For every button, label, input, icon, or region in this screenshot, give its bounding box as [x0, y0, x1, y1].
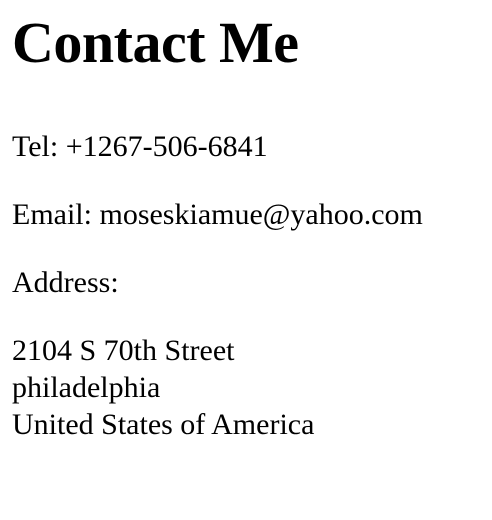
email-line: Email: moseskiamue@yahoo.com [12, 196, 480, 233]
address-city: philadelphia [12, 371, 161, 404]
address-street: 2104 S 70th Street [12, 334, 235, 367]
phone-label: Tel: [12, 130, 59, 163]
email-label: Email: [12, 198, 92, 231]
phone-number[interactable]: +1267-506-6841 [66, 130, 268, 163]
contact-page: Contact Me Tel: +1267-506-6841 Email: mo… [0, 0, 492, 443]
page-title: Contact Me [12, 10, 299, 75]
address-country: United States of America [12, 408, 315, 441]
phone-line: Tel: +1267-506-6841 [12, 128, 480, 165]
address-label: Address: [12, 266, 119, 299]
address-block: 2104 S 70th Street philadelphia United S… [12, 332, 480, 443]
email-address[interactable]: moseskiamue@yahoo.com [99, 198, 422, 231]
